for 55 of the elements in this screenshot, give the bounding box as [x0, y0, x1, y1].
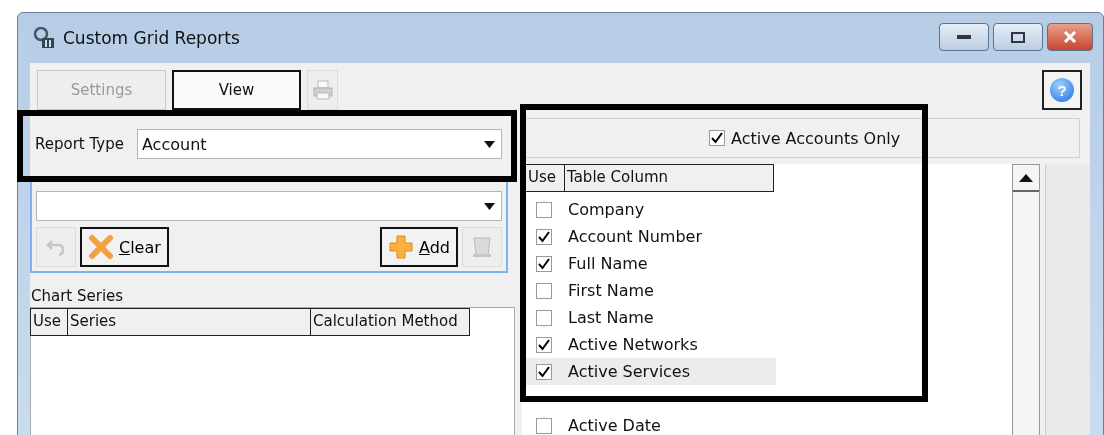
x-icon [88, 234, 114, 260]
report-type-label: Report Type [35, 135, 124, 153]
column-name: Active Date [568, 416, 661, 435]
minimize-button[interactable] [939, 23, 989, 51]
custom-report-dropdown[interactable] [36, 191, 502, 221]
checkbox[interactable] [709, 130, 725, 146]
tab[interactable]: View [172, 70, 301, 110]
close-button[interactable] [1047, 23, 1093, 51]
bin-icon [472, 236, 492, 258]
column-name: First Name [568, 281, 654, 300]
section-label: Chart Series [30, 287, 125, 305]
checkbox[interactable] [536, 282, 552, 299]
scrollbar[interactable] [1012, 164, 1040, 435]
checkbox-label: Active Accounts Only [731, 128, 901, 148]
column-name: Last Name [568, 308, 654, 327]
list-row[interactable]: Active Networks [526, 331, 776, 358]
column-name: Full Name [568, 254, 648, 273]
list-row[interactable]: Full Name [526, 250, 776, 277]
close-icon [1063, 31, 1077, 43]
list-row[interactable]: Company [526, 196, 776, 223]
plus-icon [388, 234, 414, 260]
maximize-icon [1011, 31, 1025, 43]
checkbox[interactable] [536, 255, 552, 272]
list-row[interactable]: Active Services [526, 358, 776, 385]
checkbox[interactable] [536, 228, 552, 245]
dropdown-caret-icon [484, 202, 495, 210]
column-header[interactable]: Use [525, 164, 565, 192]
list-row[interactable]: Active Date [526, 412, 776, 435]
printer-icon [312, 80, 333, 100]
list-row[interactable]: Account Number [526, 223, 776, 250]
column-name: Account Number [568, 227, 702, 246]
list-row[interactable]: Last Name [526, 304, 776, 331]
column-header[interactable]: Series [67, 308, 311, 336]
checkbox[interactable] [536, 417, 552, 434]
checkbox[interactable] [536, 336, 552, 353]
checkbox[interactable] [536, 309, 552, 326]
maximize-button[interactable] [993, 23, 1043, 51]
undo-arrow-icon [46, 237, 66, 257]
up-arrow-icon [1019, 173, 1033, 182]
column-name: Active Services [568, 362, 691, 381]
dropdown-caret-icon [484, 140, 495, 148]
column-header[interactable]: Table Column [564, 164, 774, 192]
add-button[interactable]: Add [380, 227, 458, 267]
column-header[interactable]: Use [30, 308, 68, 336]
report-type-dropdown[interactable]: Account [136, 129, 502, 159]
list-row[interactable]: First Name [526, 277, 776, 304]
clear-button[interactable]: Clear [80, 227, 169, 267]
minimize-icon [957, 35, 971, 39]
app-icon [33, 27, 55, 49]
checkbox[interactable] [536, 363, 552, 380]
column-header[interactable]: Calculation Method [310, 308, 470, 336]
column-name: Active Networks [568, 335, 698, 354]
column-name: Company [568, 200, 645, 219]
checkbox[interactable] [536, 201, 552, 218]
window-title: Custom Grid Reports [63, 28, 241, 48]
